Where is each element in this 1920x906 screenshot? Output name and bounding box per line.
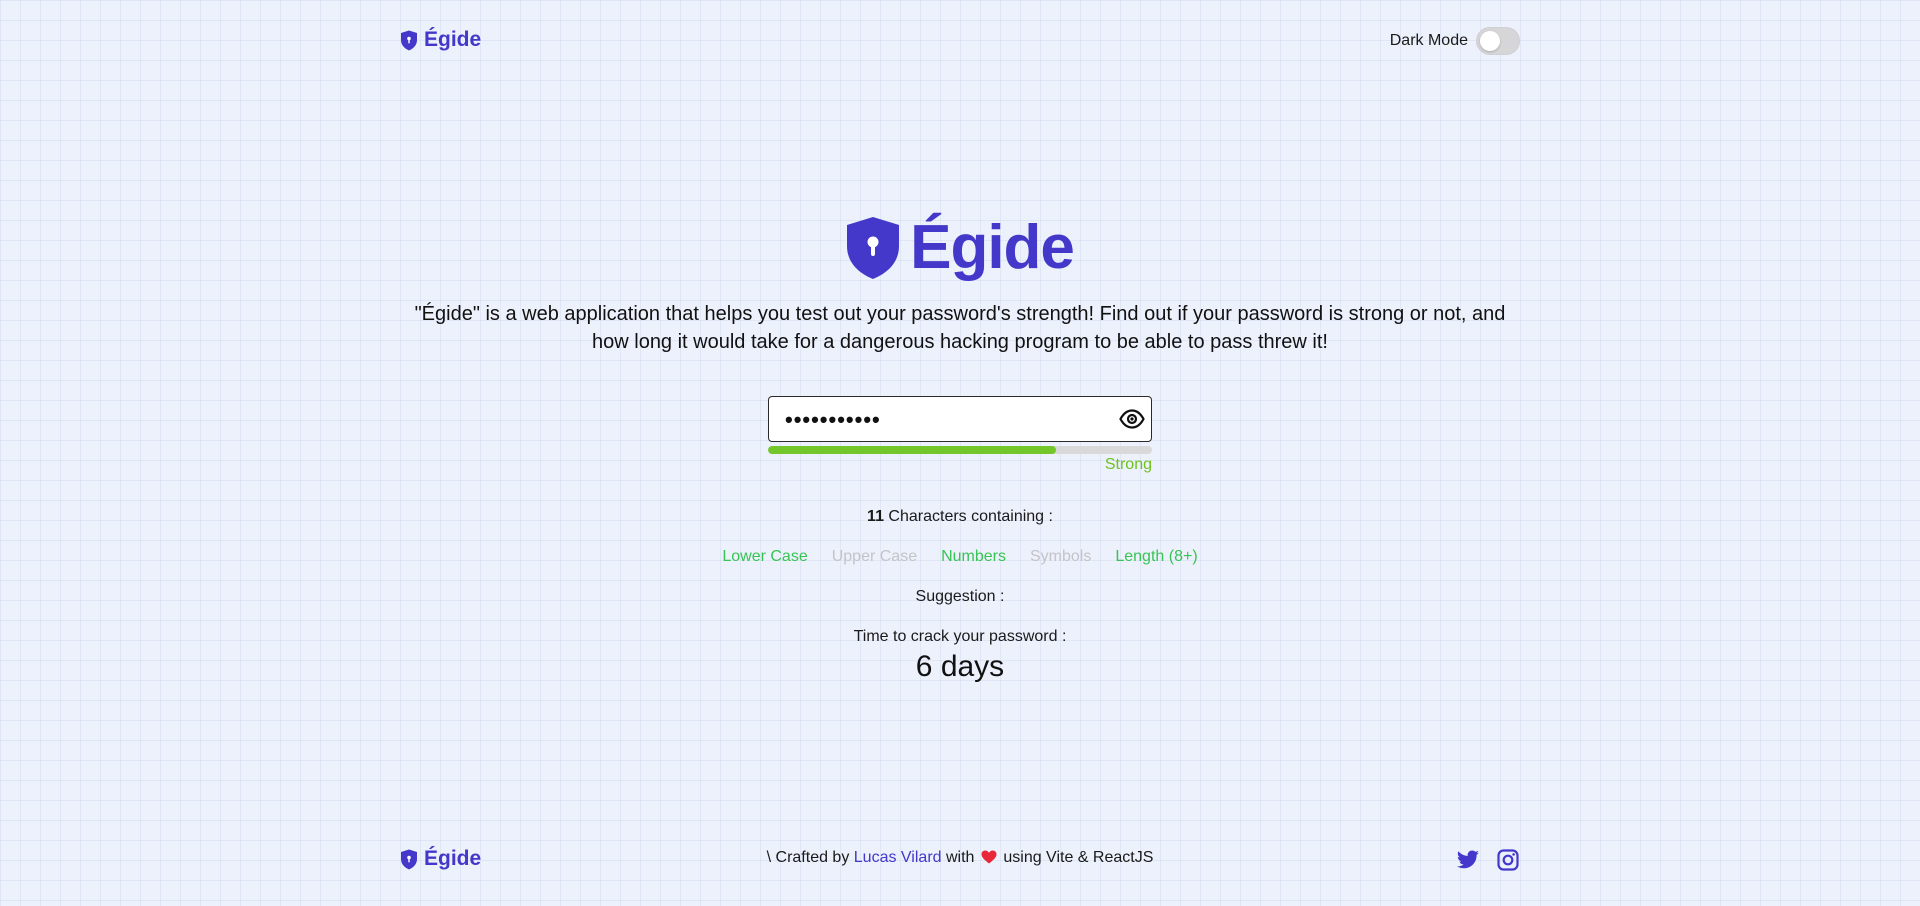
suggestion-label: Suggestion : — [915, 588, 1005, 605]
password-masked-value: ••••••••••• — [785, 407, 881, 432]
crack-time-label: Time to crack your password : — [853, 628, 1067, 645]
strength-meter — [768, 446, 1152, 454]
footer-credits: \ Crafted by Lucas Vilard with using Vit… — [0, 849, 1920, 867]
social-links — [1456, 848, 1520, 872]
dark-mode-label: Dark Mode — [1389, 32, 1468, 49]
credit-prefix: \ Crafted by — [766, 849, 850, 866]
criteria-item-lower-case: Lower Case — [722, 548, 808, 565]
show-password-button[interactable] — [1119, 407, 1145, 431]
strength-label: Strong — [1104, 456, 1152, 473]
hero-logo: Égide — [0, 212, 1920, 283]
criteria-item-symbols: Symbols — [1030, 548, 1092, 565]
app-description: "Égide" is a web application that helps … — [414, 303, 1506, 353]
character-count: 11 — [867, 508, 884, 525]
password-input[interactable]: ••••••••••• — [768, 396, 1152, 442]
header-logo-link[interactable]: Égide — [400, 28, 481, 52]
shield-lock-icon — [401, 30, 417, 50]
header-brand-name: Égide — [424, 28, 482, 51]
twitter-link[interactable] — [1456, 848, 1480, 872]
character-summary: 11 Characters containing : — [0, 508, 1920, 526]
eye-icon — [1119, 409, 1145, 429]
heart-icon — [981, 850, 997, 864]
character-summary-text: Characters containing : — [888, 508, 1053, 525]
author-link[interactable]: Lucas Vilard — [854, 849, 942, 866]
criteria-item-length-8: Length (8+) — [1115, 548, 1198, 565]
dark-mode-control: Dark Mode — [1390, 27, 1520, 55]
instagram-link[interactable] — [1496, 848, 1520, 872]
crack-time-value: 6 days — [915, 650, 1005, 683]
twitter-icon — [1456, 850, 1479, 869]
toggle-knob — [1480, 31, 1500, 51]
instagram-icon — [1497, 849, 1519, 871]
credit-with: with — [946, 849, 975, 866]
hero-title: Égide — [910, 213, 1075, 282]
shield-lock-icon — [847, 216, 900, 279]
criteria-item-numbers: Numbers — [941, 548, 1006, 565]
criteria-list: Lower Case Upper Case Numbers Symbols Length… — [0, 548, 1920, 566]
strength-meter-fill — [768, 446, 1056, 454]
criteria-item-upper-case: Upper Case — [831, 548, 918, 565]
credit-suffix: using Vite & ReactJS — [1003, 849, 1154, 866]
dark-mode-toggle[interactable] — [1476, 27, 1520, 55]
